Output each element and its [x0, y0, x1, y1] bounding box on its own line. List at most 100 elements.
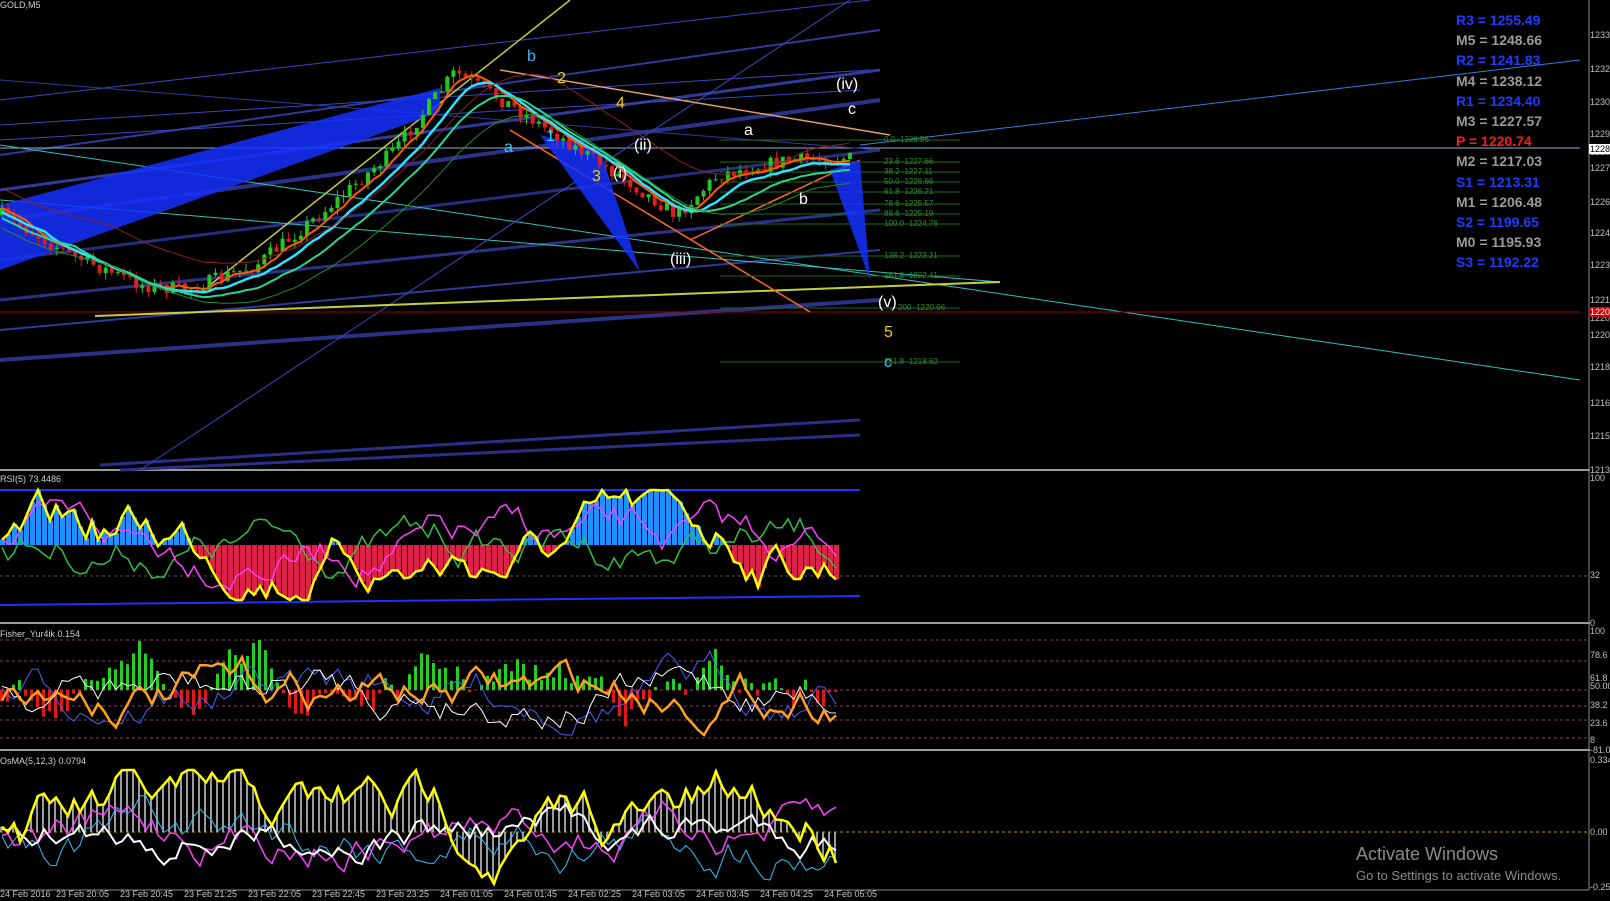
rsi-histogram-bar	[396, 545, 401, 571]
osma-histogram-bar	[204, 782, 206, 832]
time-axis-tick: 23 Feb 20:45	[120, 889, 174, 899]
osma-histogram-bar	[216, 781, 218, 832]
osma-histogram-bar	[222, 781, 224, 832]
trend-line	[94, 281, 1001, 317]
pivot-level-label: M0 = 1195.93	[1456, 234, 1542, 251]
candle-body	[48, 243, 53, 250]
candle-body	[274, 247, 279, 252]
osma-histogram-bar	[300, 782, 302, 832]
pivot-level-label: M1 = 1206.48	[1456, 193, 1543, 210]
pivot-level-label: S3 = 1192.22	[1456, 254, 1539, 271]
price-axis-tick: 1224	[1590, 228, 1610, 238]
rsi-histogram-bar	[606, 497, 611, 545]
osma-histogram-bar	[210, 772, 212, 832]
osma-histogram-bar	[756, 803, 758, 832]
wave-label: 2	[557, 70, 566, 87]
fisher-histogram-bar	[786, 690, 789, 694]
time-axis-tick: 24 Feb 05:05	[824, 889, 878, 899]
candle-body	[311, 218, 316, 222]
price-axis-tick: 1216	[1590, 398, 1610, 408]
fisher-histogram-bar	[192, 690, 195, 715]
pivot-level-label: M4 = 1238.12	[1456, 72, 1543, 89]
fisher-histogram-bar	[96, 680, 99, 690]
osma-histogram-bar	[360, 785, 362, 832]
osma-axis-tick: -0.25	[1590, 882, 1610, 892]
fisher-histogram-bar	[408, 674, 411, 690]
fisher-histogram-bar	[72, 690, 75, 694]
activation-watermark-title: Activate Windows	[1356, 844, 1499, 864]
fib-level-label: 61.8 -1226.21	[884, 187, 934, 196]
fisher-histogram-bar	[702, 667, 705, 690]
fisher-histogram-bar	[804, 679, 807, 690]
fisher-histogram-bar	[294, 690, 297, 714]
fisher-histogram-bar	[42, 690, 45, 717]
candle-body	[427, 99, 431, 115]
osma-histogram-bar	[516, 832, 518, 841]
fisher-axis-tick: 38.2	[1590, 700, 1608, 710]
pivot-level-label: R3 = 1255.49	[1456, 12, 1541, 28]
price-axis-tick: 1230	[1590, 97, 1610, 107]
candle-body	[439, 91, 444, 93]
fisher-histogram-bar	[564, 678, 567, 690]
chart-canvas[interactable]	[0, 0, 1610, 901]
fib-level-label: 23.6 -1227.66	[884, 157, 934, 166]
candle-body	[378, 166, 383, 169]
candle-body	[847, 152, 852, 160]
osma-histogram-bar	[420, 788, 422, 832]
candle-body	[54, 247, 59, 250]
blue-wedge-mid	[540, 135, 640, 272]
wave-label: (iii)	[670, 251, 692, 268]
fisher-axis-tick: 23.6	[1590, 718, 1608, 728]
osma-histogram-bar	[564, 796, 566, 832]
osma-histogram-bar	[690, 801, 692, 832]
osma-histogram-bar	[60, 806, 62, 832]
fisher-histogram-bar	[120, 660, 123, 690]
osma-title: OsMA(5,12,3) 0.0794	[0, 756, 87, 766]
fisher-histogram-bar	[216, 673, 219, 690]
osma-histogram-bar	[252, 787, 254, 832]
pivot-level-label: R2 = 1241.83	[1456, 52, 1541, 69]
activation-watermark-subtitle: Go to Settings to activate Windows.	[1356, 868, 1562, 883]
candle-body	[341, 196, 346, 198]
pivot-level-label: M2 = 1217.03	[1456, 153, 1543, 170]
rsi-histogram-bar	[252, 545, 257, 595]
fisher-histogram-bar	[138, 640, 141, 690]
candle-body	[402, 131, 407, 142]
osma-histogram-bar	[510, 832, 512, 848]
rsi-histogram-bar	[672, 496, 677, 545]
fib-level-label: 50.0 -1226.66	[884, 177, 934, 186]
candle-body	[695, 196, 700, 205]
wave-label: (v)	[878, 294, 897, 311]
time-axis-tick: 24 Feb 04:25	[760, 889, 814, 899]
osma-histogram-bar	[732, 788, 734, 832]
osma-histogram-bar	[750, 786, 752, 832]
candle-body	[244, 270, 248, 272]
price-axis-tick: 1221	[1590, 295, 1610, 305]
rsi-histogram-bar	[750, 545, 755, 571]
osma-histogram-bar	[492, 832, 494, 884]
rsi-axis-tick: 100	[1590, 473, 1606, 483]
fisher-histogram-bar	[558, 663, 561, 690]
osma-histogram-bar	[162, 784, 164, 832]
pivot-level-label: P = 1220.74	[1456, 133, 1532, 150]
rsi-histogram-bar	[486, 545, 491, 572]
fisher-histogram-bar	[426, 654, 429, 690]
fisher-axis-tick: -81.05	[1590, 745, 1610, 755]
rsi-histogram-bar	[288, 545, 293, 600]
osma-histogram-bar	[348, 796, 350, 832]
time-axis-tick: 24 Feb 03:05	[632, 889, 686, 899]
rsi-histogram-bar	[108, 535, 113, 545]
fib-level-label: 38.2 -1227.11	[884, 167, 933, 176]
fisher-histogram-bar	[762, 683, 765, 690]
osma-histogram-bar	[54, 797, 56, 832]
candle-body	[335, 196, 340, 209]
rsi-histogram-bar	[372, 545, 377, 579]
osma-histogram-bar	[180, 773, 182, 832]
candle-body	[567, 138, 572, 150]
candle-body	[292, 239, 297, 242]
rsi-histogram-bar	[378, 545, 383, 580]
candle-body	[707, 179, 712, 191]
osma-histogram-bar	[780, 819, 782, 832]
price-axis-tick: 1233	[1590, 30, 1610, 40]
rsi-histogram-bar	[258, 545, 263, 587]
